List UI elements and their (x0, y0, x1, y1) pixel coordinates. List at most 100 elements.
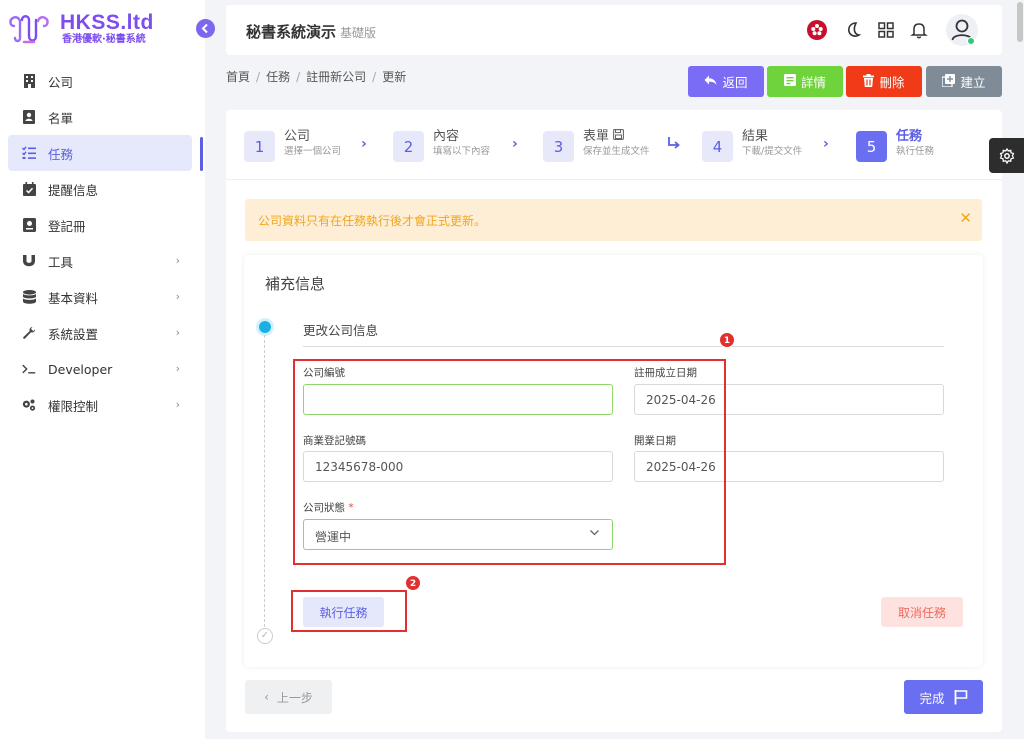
delete-label: 刪除 (879, 75, 905, 90)
step-desc: 下載/提交文件 (742, 146, 803, 157)
trash-icon (863, 73, 875, 90)
sidebar-menu: 公司 名單 任務 提醒信息 登記冊 工具 › 基本資料 › 系統設置 › Dev… (8, 63, 192, 423)
sidebar-item-permissions[interactable]: 權限控制 › (8, 387, 192, 423)
sidebar-item-tasks[interactable]: 任務 (8, 135, 192, 171)
create-label: 建立 (960, 75, 986, 90)
wrench-icon (22, 326, 36, 340)
contact-card-icon (22, 110, 36, 124)
details-doc-icon (783, 74, 796, 89)
delete-button[interactable]: 刪除 (846, 66, 922, 97)
timeline-line (264, 335, 265, 627)
bell-icon (910, 23, 928, 39)
active-indicator (200, 137, 203, 171)
step-desc: 執行任務 (896, 146, 935, 157)
card-title: 補充信息 (265, 275, 326, 293)
step-3[interactable]: 3 表單 保存並生成文件 (543, 128, 650, 162)
previous-label: 上一步 (276, 690, 313, 705)
finish-label: 完成 (919, 690, 945, 706)
breadcrumb-tasks[interactable]: 任務 (266, 70, 290, 84)
save-disk-icon (613, 129, 625, 140)
apps-grid-button[interactable] (875, 19, 897, 41)
chevron-right-icon: › (175, 254, 180, 267)
calendar-check-icon (22, 182, 36, 196)
sidebar-item-tools[interactable]: 工具 › (8, 243, 192, 279)
step-title-text: 表單 (583, 129, 610, 144)
app-title: 秘書系統演示 基礎版 (246, 21, 376, 42)
back-label: 返回 (722, 75, 748, 90)
theme-settings-button[interactable] (989, 138, 1024, 173)
sidebar-item-basic-data[interactable]: 基本資料 › (8, 279, 192, 315)
highlight-box-run-button (291, 590, 407, 632)
sidebar-item-developer[interactable]: Developer › (8, 351, 192, 387)
previous-step-button[interactable]: ‹ 上一步 (245, 680, 332, 714)
task-list-icon (22, 146, 36, 160)
step-4[interactable]: 4 結果 下載/提交文件 (702, 128, 802, 162)
chevron-right-icon: › (175, 290, 180, 303)
back-button[interactable]: 返回 (688, 66, 764, 97)
chevron-right-icon: › (512, 136, 518, 152)
sidebar-item-settings[interactable]: 系統設置 › (8, 315, 192, 351)
details-button[interactable]: 詳情 (767, 66, 843, 97)
building-icon (22, 74, 36, 88)
step-number: 3 (543, 131, 574, 162)
grid-icon (878, 22, 894, 38)
section-divider (303, 346, 944, 347)
highlight-box-form (293, 359, 726, 565)
sidebar-item-label: Developer (48, 361, 113, 377)
moon-icon (848, 22, 862, 37)
wizard-stepper: 1 公司 選擇一個公司 › 2 內容 填寫以下內容 › 3 表單 保存並生成文件 4… (226, 110, 1002, 180)
timeline-dot (259, 321, 271, 333)
alert-text: 公司資料只有在任務執行後才會正式更新。 (258, 214, 487, 228)
sidebar-item-register[interactable]: 登記冊 (8, 207, 192, 243)
step-title: 內容 (433, 129, 460, 144)
brand-logo[interactable]: HKSS.ltd 香港優軟·秘書系統 (8, 12, 154, 46)
breadcrumb-separator: / (296, 70, 301, 84)
add-copy-icon (941, 73, 956, 90)
step-1[interactable]: 1 公司 選擇一個公司 (244, 128, 341, 162)
step-number: 5 (856, 131, 887, 162)
breadcrumb-current: 更新 (382, 70, 407, 84)
section-title: 更改公司信息 (303, 323, 379, 338)
step-title: 結果 (742, 129, 769, 144)
breadcrumb-register-company[interactable]: 註冊新公司 (306, 70, 366, 84)
step-2[interactable]: 2 內容填寫以下內容 (393, 128, 490, 162)
register-book-icon (22, 218, 36, 232)
top-header: 秘書系統演示 基礎版 (226, 5, 1002, 55)
breadcrumb-home[interactable]: 首頁 (226, 70, 250, 84)
close-icon[interactable]: ✕ (959, 209, 972, 227)
check-circle-icon: ✓ (257, 628, 273, 644)
chevron-right-icon: › (175, 326, 180, 339)
notifications-button[interactable] (908, 19, 930, 41)
chevron-left-icon (201, 23, 208, 34)
sidebar-item-label: 名單 (48, 110, 74, 126)
breadcrumb-separator: / (372, 70, 377, 84)
dark-mode-toggle[interactable] (842, 19, 864, 41)
finish-button[interactable]: 完成 (904, 680, 983, 714)
sidebar-collapse-button[interactable] (196, 19, 215, 38)
language-flag-button[interactable] (806, 19, 828, 41)
sidebar-item-label: 工具 (48, 254, 74, 270)
sidebar-item-label: 任務 (48, 146, 74, 162)
sidebar-item-reminders[interactable]: 提醒信息 (8, 171, 192, 207)
step-number: 2 (393, 131, 424, 162)
turn-down-right-icon (667, 136, 681, 154)
step-title: 公司 (284, 129, 311, 144)
brand-title: HKSS.ltd (60, 11, 154, 34)
step-desc: 填寫以下內容 (433, 146, 491, 157)
brand-mark-icon (9, 15, 49, 44)
create-button[interactable]: 建立 (926, 66, 1002, 97)
breadcrumb: 首頁 / 任務 / 註冊新公司 / 更新 (226, 68, 406, 85)
sidebar-item-label: 提醒信息 (48, 182, 99, 198)
breadcrumb-separator: / (256, 70, 261, 84)
flag-icon (954, 690, 967, 705)
chevron-right-icon: › (823, 136, 829, 152)
cancel-task-button[interactable]: 取消任務 (881, 597, 963, 627)
page-scrollbar[interactable] (1017, 2, 1023, 42)
supplementary-info-card: 補充信息 ✓ 更改公司信息 公司編號 註冊成立日期 2025-04-26 商業登… (244, 255, 983, 667)
step-desc: 保存並生成文件 (583, 146, 650, 157)
step-title: 任務 (896, 129, 923, 144)
sidebar-item-company[interactable]: 公司 (8, 63, 192, 99)
sidebar-item-contacts[interactable]: 名單 (8, 99, 192, 135)
step-5[interactable]: 5 任務執行任務 (856, 128, 934, 162)
sidebar-item-label: 基本資料 (48, 290, 99, 306)
